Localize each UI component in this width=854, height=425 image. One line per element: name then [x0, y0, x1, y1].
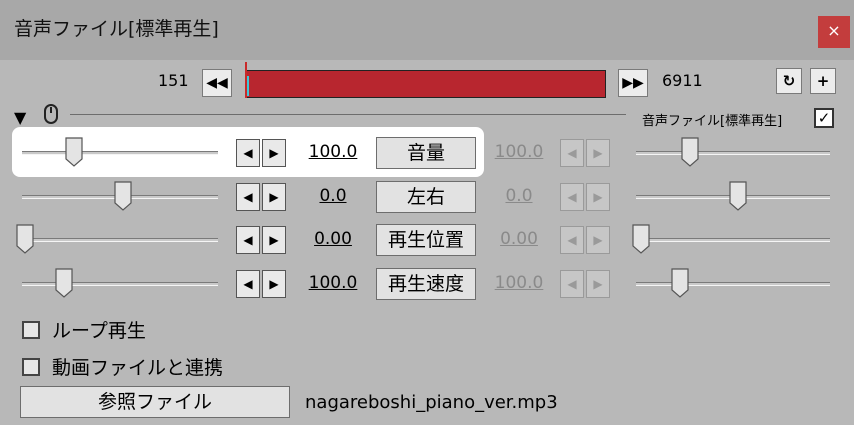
slider-thumb-left[interactable] [16, 224, 34, 254]
arrow-left-icon: ◀ [243, 146, 253, 160]
stepper-left[interactable]: ◀ ▶ [236, 183, 286, 211]
track-name-button[interactable]: 再生位置 [376, 224, 476, 256]
start-frame: 151 [158, 71, 189, 90]
slider-thumb-left[interactable] [55, 268, 73, 298]
slider-thumb-left[interactable] [114, 181, 132, 211]
decrement-right-button[interactable]: ◀ [560, 270, 584, 298]
track-name-button[interactable]: 音量 [376, 137, 476, 169]
slider-track-right[interactable] [636, 151, 830, 155]
arrow-right-icon: ▶ [269, 146, 279, 160]
loop-label: ループ再生 [52, 320, 146, 342]
close-icon: × [827, 21, 841, 40]
stepper-left[interactable]: ◀ ▶ [236, 270, 286, 298]
object-label: 音声ファイル[標準再生] [642, 114, 783, 129]
decrement-left-button[interactable]: ◀ [236, 139, 260, 167]
loop-checkbox[interactable] [22, 320, 40, 339]
decrement-right-button[interactable]: ◀ [560, 183, 584, 211]
value-right[interactable]: 100.0 [483, 142, 555, 162]
file-name: nagareboshi_piano_ver.mp3 [305, 392, 558, 413]
sync-video-label: 動画ファイルと連携 [52, 357, 224, 379]
rewind-icon: ◀◀ [206, 75, 228, 91]
slider-track-right[interactable] [636, 282, 830, 286]
next-keyframe-button[interactable]: ▶▶ [618, 69, 648, 97]
arrow-right-icon: ▶ [593, 190, 603, 204]
decrement-right-button[interactable]: ◀ [560, 139, 584, 167]
slider-track-right[interactable] [636, 238, 830, 242]
increment-left-button[interactable]: ▶ [262, 270, 286, 298]
arrow-left-icon: ◀ [567, 146, 577, 160]
value-left[interactable]: 0.00 [297, 229, 369, 249]
timeline-marker [247, 76, 249, 96]
stepper-right[interactable]: ◀ ▶ [560, 270, 610, 298]
loop-checkbox-row[interactable]: ループ再生 [22, 316, 146, 343]
decrement-left-button[interactable]: ◀ [236, 270, 260, 298]
slider-thumb-right[interactable] [632, 224, 650, 254]
arrow-right-icon: ▶ [269, 233, 279, 247]
arrow-left-icon: ◀ [243, 277, 253, 291]
slider-thumb-right[interactable] [671, 268, 689, 298]
value-left[interactable]: 0.0 [297, 186, 369, 206]
arrow-right-icon: ▶ [269, 190, 279, 204]
stepper-left[interactable]: ◀ ▶ [236, 139, 286, 167]
increment-right-button[interactable]: ▶ [586, 139, 610, 167]
arrow-right-icon: ▶ [593, 277, 603, 291]
stepper-left[interactable]: ◀ ▶ [236, 226, 286, 254]
value-right[interactable]: 100.0 [483, 273, 555, 293]
slider-track-left[interactable] [22, 151, 218, 155]
slider-thumb-left[interactable] [65, 137, 83, 167]
arrow-left-icon: ◀ [567, 277, 577, 291]
track-name-button[interactable]: 再生速度 [376, 268, 476, 300]
browse-file-button[interactable]: 参照ファイル [20, 386, 290, 418]
sync-icon: ↻ [782, 72, 796, 90]
divider [70, 114, 626, 115]
arrow-left-icon: ◀ [567, 190, 577, 204]
timeline-bar[interactable] [246, 70, 606, 98]
add-button[interactable]: + [810, 68, 836, 94]
arrow-right-icon: ▶ [593, 146, 603, 160]
value-right[interactable]: 0.0 [483, 186, 555, 206]
sync-video-checkbox[interactable] [22, 357, 40, 376]
decrement-right-button[interactable]: ◀ [560, 226, 584, 254]
stepper-right[interactable]: ◀ ▶ [560, 183, 610, 211]
value-left[interactable]: 100.0 [297, 142, 369, 162]
window-title: 音声ファイル[標準再生] [14, 18, 219, 40]
fast-forward-icon: ▶▶ [622, 75, 644, 91]
increment-right-button[interactable]: ▶ [586, 226, 610, 254]
object-enable-checkbox[interactable]: ✓ [814, 108, 834, 128]
arrow-right-icon: ▶ [593, 233, 603, 247]
increment-left-button[interactable]: ▶ [262, 183, 286, 211]
arrow-left-icon: ◀ [243, 233, 253, 247]
end-frame: 6911 [662, 71, 703, 90]
arrow-left-icon: ◀ [567, 233, 577, 247]
increment-right-button[interactable]: ▶ [586, 183, 610, 211]
decrement-left-button[interactable]: ◀ [236, 226, 260, 254]
stepper-right[interactable]: ◀ ▶ [560, 139, 610, 167]
slider-track-left[interactable] [22, 238, 218, 242]
mouse-icon [44, 104, 58, 124]
slider-thumb-right[interactable] [729, 181, 747, 211]
prev-keyframe-button[interactable]: ◀◀ [202, 69, 232, 97]
arrow-right-icon: ▶ [269, 277, 279, 291]
collapse-triangle-icon[interactable]: ▼ [14, 108, 26, 127]
arrow-left-icon: ◀ [243, 190, 253, 204]
track-name-button[interactable]: 左右 [376, 181, 476, 213]
decrement-left-button[interactable]: ◀ [236, 183, 260, 211]
slider-thumb-right[interactable] [680, 137, 699, 167]
increment-left-button[interactable]: ▶ [262, 139, 286, 167]
increment-left-button[interactable]: ▶ [262, 226, 286, 254]
value-left[interactable]: 100.0 [297, 273, 369, 293]
increment-right-button[interactable]: ▶ [586, 270, 610, 298]
sync-video-checkbox-row[interactable]: 動画ファイルと連携 [22, 353, 223, 380]
plus-icon: + [816, 72, 830, 90]
close-button[interactable]: × [818, 16, 850, 48]
slider-track-left[interactable] [22, 282, 218, 286]
sync-button[interactable]: ↻ [776, 68, 802, 94]
stepper-right[interactable]: ◀ ▶ [560, 226, 610, 254]
value-right[interactable]: 0.00 [483, 229, 555, 249]
